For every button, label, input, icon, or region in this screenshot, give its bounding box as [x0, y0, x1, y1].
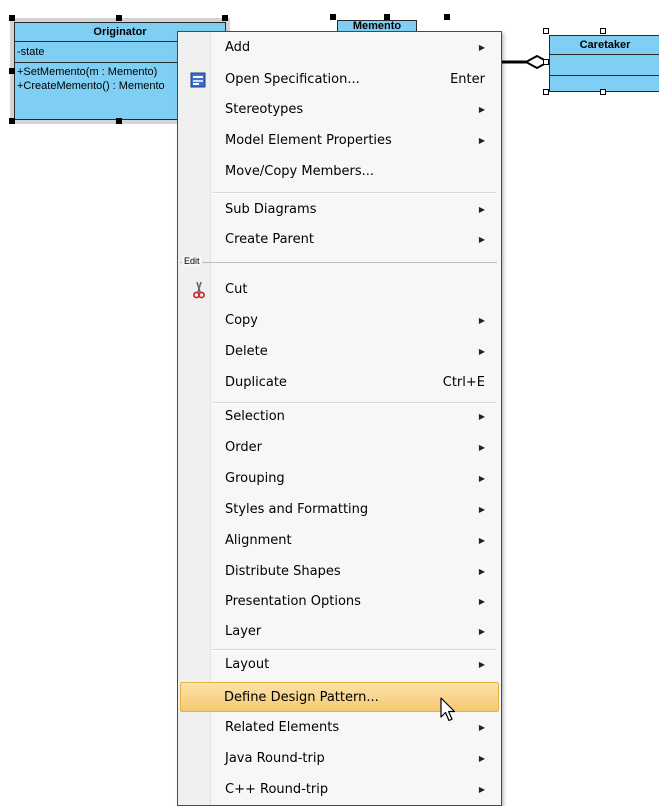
submenu-arrow-icon: ▶ [478, 754, 485, 763]
menu-item-label: Create Parent [225, 232, 314, 247]
menu-item-label: Sub Diagrams [225, 202, 317, 217]
menu-item-label: Distribute Shapes [225, 564, 341, 579]
submenu-arrow-icon: ▶ [478, 505, 485, 514]
menu-item-label: Selection [225, 409, 285, 424]
menu-item-move-copy-members[interactable]: Move/Copy Members... [180, 157, 499, 187]
resize-handle[interactable] [116, 118, 122, 124]
menu-item-label: Layer [225, 624, 262, 639]
resize-handle[interactable] [384, 14, 390, 20]
menu-item-cpp-round-trip[interactable]: C++ Round-trip ▶ [180, 775, 499, 805]
menu-item-label: Delete [225, 344, 268, 359]
menu-item-label: Open Specification... [225, 72, 360, 87]
menu-item-label: Stereotypes [225, 102, 304, 117]
specification-icon [190, 72, 206, 88]
submenu-arrow-icon: ▶ [478, 567, 485, 576]
submenu-arrow-icon: ▶ [478, 347, 485, 356]
submenu-arrow-icon: ▶ [478, 412, 485, 421]
menu-item-label: Duplicate [225, 375, 287, 390]
menu-item-label: Presentation Options [225, 594, 361, 609]
submenu-arrow-icon: ▶ [478, 785, 485, 794]
submenu-arrow-icon: ▶ [478, 205, 485, 214]
submenu-arrow-icon: ▶ [478, 474, 485, 483]
resize-handle[interactable] [116, 15, 122, 21]
submenu-arrow-icon: ▶ [478, 136, 485, 145]
menu-item-label: Move/Copy Members... [225, 164, 374, 179]
caretaker-name: Caretaker [550, 36, 659, 55]
menu-item-label: Model Element Properties [225, 133, 392, 148]
menu-item-cut[interactable]: Cut [180, 275, 499, 305]
resize-handle[interactable] [9, 68, 15, 74]
submenu-arrow-icon: ▶ [478, 660, 485, 669]
caretaker-class[interactable]: Caretaker [549, 35, 659, 92]
resize-handle[interactable] [600, 89, 606, 95]
resize-handle[interactable] [330, 14, 336, 20]
resize-handle[interactable] [9, 118, 15, 124]
menu-item-alignment[interactable]: Alignment ▶ [180, 526, 499, 556]
submenu-arrow-icon: ▶ [478, 536, 485, 545]
resize-handle[interactable] [543, 28, 549, 34]
scissors-icon [193, 281, 205, 299]
menu-item-layer[interactable]: Layer ▶ [180, 617, 499, 647]
menu-item-duplicate[interactable]: Duplicate Ctrl+E [180, 368, 499, 398]
menu-item-delete[interactable]: Delete ▶ [180, 337, 499, 367]
menu-item-stereotypes[interactable]: Stereotypes ▶ [180, 95, 499, 125]
menu-item-java-round-trip[interactable]: Java Round-trip ▶ [180, 744, 499, 774]
menu-item-label: Order [225, 440, 262, 455]
menu-item-label: Alignment [225, 533, 292, 548]
menu-item-label: Styles and Formatting [225, 502, 369, 517]
context-menu: Add ▶ Open Specification... Enter Stereo… [177, 31, 502, 806]
menu-item-copy[interactable]: Copy ▶ [180, 306, 499, 336]
menu-item-distribute-shapes[interactable]: Distribute Shapes ▶ [180, 557, 499, 587]
submenu-arrow-icon: ▶ [478, 723, 485, 732]
menu-section-divider [180, 262, 497, 263]
menu-item-model-element-properties[interactable]: Model Element Properties ▶ [180, 126, 499, 156]
menu-item-create-parent[interactable]: Create Parent ▶ [180, 225, 499, 255]
menu-item-label: Related Elements [225, 720, 340, 735]
menu-item-label: Layout [225, 657, 270, 672]
menu-item-label: Java Round-trip [225, 751, 325, 766]
menu-item-label: C++ Round-trip [225, 782, 329, 797]
menu-item-grouping[interactable]: Grouping ▶ [180, 464, 499, 494]
submenu-arrow-icon: ▶ [478, 443, 485, 452]
menu-item-open-specification[interactable]: Open Specification... Enter [180, 65, 499, 95]
resize-handle[interactable] [543, 59, 549, 65]
submenu-arrow-icon: ▶ [478, 43, 485, 52]
menu-item-label: Cut [225, 282, 248, 297]
menu-item-shortcut: Ctrl+E [442, 375, 485, 390]
mouse-cursor-icon [440, 697, 456, 722]
submenu-arrow-icon: ▶ [478, 627, 485, 636]
menu-item-presentation-options[interactable]: Presentation Options ▶ [180, 587, 499, 617]
submenu-arrow-icon: ▶ [478, 235, 485, 244]
resize-handle[interactable] [543, 89, 549, 95]
resize-handle[interactable] [600, 28, 606, 34]
resize-handle[interactable] [222, 15, 228, 21]
menu-item-label: Grouping [225, 471, 285, 486]
menu-item-order[interactable]: Order ▶ [180, 433, 499, 463]
menu-section-label-edit: Edit [182, 256, 202, 266]
menu-item-label: Add [225, 40, 251, 55]
resize-handle[interactable] [444, 14, 450, 20]
submenu-arrow-icon: ▶ [478, 105, 485, 114]
caretaker-attributes [550, 55, 659, 76]
submenu-arrow-icon: ▶ [478, 316, 485, 325]
menu-separator [212, 192, 497, 194]
menu-item-sub-diagrams[interactable]: Sub Diagrams ▶ [180, 195, 499, 225]
menu-item-selection[interactable]: Selection ▶ [180, 402, 499, 432]
menu-item-styles-and-formatting[interactable]: Styles and Formatting ▶ [180, 495, 499, 525]
menu-item-layout[interactable]: Layout ▶ [180, 650, 499, 680]
menu-item-add[interactable]: Add ▶ [180, 33, 499, 63]
menu-item-label: Copy [225, 313, 258, 328]
resize-handle[interactable] [9, 15, 15, 21]
menu-item-shortcut: Enter [450, 72, 485, 87]
submenu-arrow-icon: ▶ [478, 597, 485, 606]
menu-item-label: Define Design Pattern... [224, 690, 379, 705]
